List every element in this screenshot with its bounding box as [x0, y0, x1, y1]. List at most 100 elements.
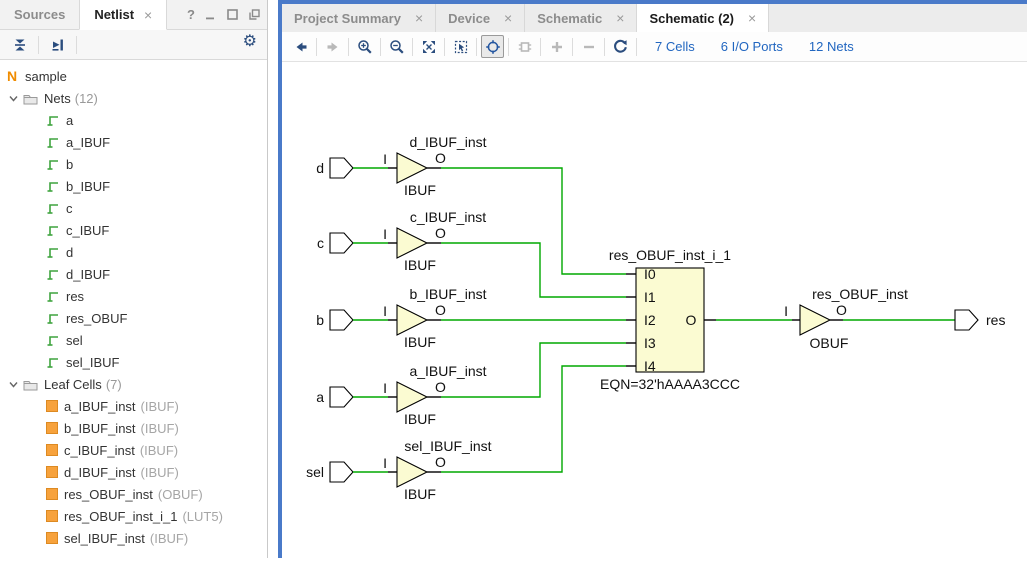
autofit-selection-button[interactable] [481, 35, 504, 58]
net-icon [46, 267, 60, 281]
schematic-canvas[interactable]: d I O d_IBUF_inst IBUF c [282, 62, 1027, 558]
tree-item-net-b-ibuf[interactable]: b_IBUF [0, 175, 267, 197]
close-icon[interactable]: × [415, 10, 423, 26]
folder-icon [23, 378, 38, 391]
pin-in-label: I [383, 226, 387, 242]
tree-item-cell-res-obuf-inst-i-1[interactable]: res_OBUF_inst_i_1(LUT5) [0, 505, 267, 527]
input-port-symbol[interactable] [330, 310, 353, 330]
zoom-fit-button[interactable] [417, 35, 440, 58]
tree-root-sample[interactable]: N sample [0, 65, 267, 87]
tab-netlist[interactable]: Netlist × [79, 0, 167, 30]
zoom-to-selection-button[interactable] [449, 35, 472, 58]
zoom-in-button[interactable] [353, 35, 376, 58]
obuf-triangle[interactable] [800, 305, 830, 335]
close-icon[interactable]: × [748, 10, 756, 26]
ibuf-row-c: c I O c_IBUF_inst IBUF [317, 209, 486, 273]
tree-item-net-c-ibuf[interactable]: c_IBUF [0, 219, 267, 241]
tree-item-net-a-ibuf[interactable]: a_IBUF [0, 131, 267, 153]
tab-netlist-label: Netlist [94, 7, 134, 22]
cell-type: (IBUF) [141, 399, 179, 414]
pin-out-label: O [435, 225, 446, 241]
pin-out-label: O [435, 379, 446, 395]
minimize-icon[interactable] [204, 8, 217, 21]
tree-item-net-c[interactable]: c [0, 197, 267, 219]
collapse-cone-button[interactable] [577, 35, 600, 58]
instance-label: c_IBUF_inst [410, 209, 486, 225]
tab-device[interactable]: Device × [436, 4, 525, 32]
cells-count-link[interactable]: 7 Cells [655, 39, 695, 54]
chevron-down-icon[interactable] [8, 93, 19, 104]
ibuf-triangle[interactable] [397, 305, 427, 335]
tree-item-cell-d-ibuf-inst[interactable]: d_IBUF_inst(IBUF) [0, 461, 267, 483]
tree-item-cell-sel-ibuf-inst[interactable]: sel_IBUF_inst(IBUF) [0, 527, 267, 549]
tab-project-summary[interactable]: Project Summary × [282, 4, 436, 32]
input-port-symbol[interactable] [330, 387, 353, 407]
regenerate-button[interactable] [609, 35, 632, 58]
input-port-symbol[interactable] [330, 462, 353, 482]
add-cell-button[interactable] [513, 35, 536, 58]
tree-item-net-b[interactable]: b [0, 153, 267, 175]
close-icon[interactable]: × [616, 10, 624, 26]
net-label: sel [66, 333, 83, 348]
ibuf-row-a: a I O a_IBUF_inst IBUF [316, 363, 486, 427]
chevron-down-icon[interactable] [8, 379, 19, 390]
output-port-symbol[interactable] [955, 310, 978, 330]
tree-item-cell-b-ibuf-inst[interactable]: b_IBUF_inst(IBUF) [0, 417, 267, 439]
toolbar-separator [316, 38, 317, 56]
back-button[interactable] [289, 35, 312, 58]
tab-sources[interactable]: Sources [0, 0, 79, 29]
expand-cone-button[interactable] [545, 35, 568, 58]
wire-sel-ibuf[interactable] [441, 366, 626, 472]
schematic-toolbar: 7 Cells 6 I/O Ports 12 Nets [282, 32, 1027, 62]
close-icon[interactable]: × [504, 10, 512, 26]
net-label: res_OBUF [66, 311, 127, 326]
tree-group-leaf-cells[interactable]: Leaf Cells (7) [0, 373, 267, 395]
net-label: d [66, 245, 73, 260]
cell-type-label: IBUF [404, 182, 436, 198]
tree-item-net-a[interactable]: a [0, 109, 267, 131]
maximize-icon[interactable] [226, 8, 239, 21]
tree-item-net-res[interactable]: res [0, 285, 267, 307]
obuf-cell: I O res_OBUF_inst OBUF [784, 286, 908, 351]
close-icon[interactable]: × [144, 7, 152, 23]
tree-item-net-d-ibuf[interactable]: d_IBUF [0, 263, 267, 285]
tree-item-cell-res-obuf-inst[interactable]: res_OBUF_inst(OBUF) [0, 483, 267, 505]
forward-button[interactable] [321, 35, 344, 58]
tree-item-cell-a-ibuf-inst[interactable]: a_IBUF_inst(IBUF) [0, 395, 267, 417]
io-ports-count-link[interactable]: 6 I/O Ports [721, 39, 783, 54]
tree-item-cell-c-ibuf-inst[interactable]: c_IBUF_inst(IBUF) [0, 439, 267, 461]
tab-schematic-2[interactable]: Schematic (2) × [637, 4, 769, 32]
net-label: c [66, 201, 73, 216]
ibuf-triangle[interactable] [397, 228, 427, 258]
nets-count-link[interactable]: 12 Nets [809, 39, 854, 54]
zoom-fit-icon [421, 39, 437, 55]
input-port-symbol[interactable] [330, 158, 353, 178]
float-icon[interactable] [248, 8, 261, 21]
ibuf-row-b: b I O b_IBUF_inst IBUF [316, 286, 486, 350]
ibuf-triangle[interactable] [397, 153, 427, 183]
ibuf-triangle[interactable] [397, 382, 427, 412]
ibuf-triangle[interactable] [397, 457, 427, 487]
tree-item-net-sel[interactable]: sel [0, 329, 267, 351]
settings-gear-icon[interactable]: ⚙ [243, 34, 257, 50]
help-icon[interactable]: ? [187, 7, 195, 22]
port-label: d [316, 160, 324, 176]
schematic-panel: Project Summary × Device × Schematic × S… [278, 0, 1027, 558]
tree-item-net-sel-ibuf[interactable]: sel_IBUF [0, 351, 267, 373]
leaf-cells-group-label: Leaf Cells [44, 377, 102, 392]
vivado-window: Sources Netlist × ? [0, 0, 1027, 558]
input-port-symbol[interactable] [330, 233, 353, 253]
pin-out-label: O [435, 150, 446, 166]
schematic-drawing[interactable]: d I O d_IBUF_inst IBUF c [282, 62, 1027, 558]
tab-schematic[interactable]: Schematic × [525, 4, 637, 32]
zoom-out-button[interactable] [385, 35, 408, 58]
tree-group-nets[interactable]: Nets (12) [0, 87, 267, 109]
collapse-all-button[interactable] [8, 33, 31, 56]
cell-type: (IBUF) [141, 465, 179, 480]
scroll-to-selected-button[interactable] [46, 33, 69, 56]
net-label: a_IBUF [66, 135, 110, 150]
cell-icon [46, 400, 58, 412]
tree-item-net-res-obuf[interactable]: res_OBUF [0, 307, 267, 329]
tree-item-net-d[interactable]: d [0, 241, 267, 263]
netlist-panel: Sources Netlist × ? [0, 0, 268, 558]
